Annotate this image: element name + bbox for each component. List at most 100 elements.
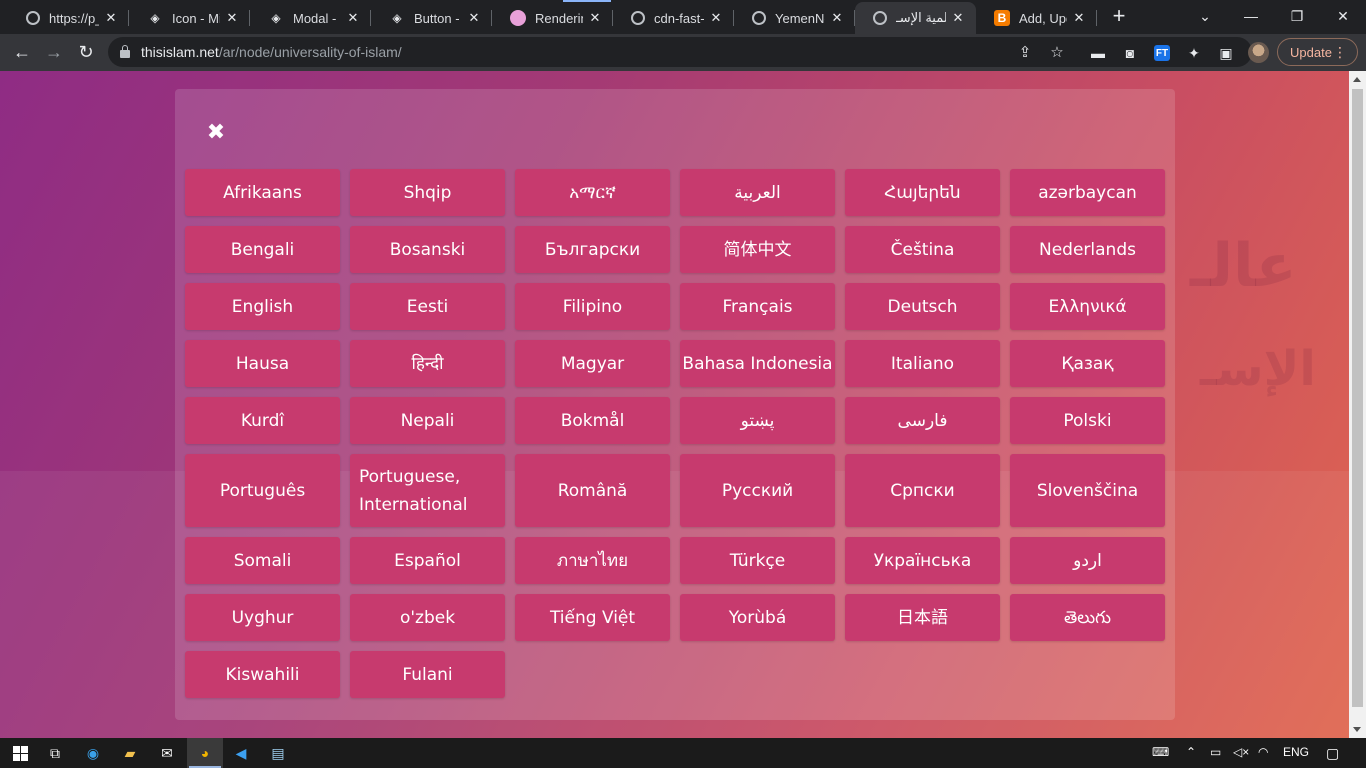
vscode-icon[interactable]: ◀ [231,743,251,763]
language-button[interactable]: Yorùbá [680,594,835,641]
back-arrow-icon[interactable]: ← [8,38,36,66]
close-tab-icon[interactable]: ✕ [1071,10,1087,26]
restore-icon[interactable]: ❐ [1274,0,1320,32]
tray-chevron-icon[interactable]: ⌃ [1186,745,1196,759]
language-button[interactable]: Bokmål [515,397,670,444]
more-menu-icon[interactable]: ⋮ [1333,44,1347,60]
tab-9[interactable]: B Add, Upda ✕ [976,2,1097,34]
close-tab-icon[interactable]: ✕ [103,10,119,26]
language-button[interactable]: o'zbek [350,594,505,641]
language-button[interactable]: Bosanski [350,226,505,273]
wifi-icon[interactable]: ◠ [1258,745,1268,759]
notepad-icon[interactable]: ▤ [268,743,288,763]
close-tab-icon[interactable]: ✕ [466,10,482,26]
keyboard-icon[interactable]: ⌨ [1152,745,1169,759]
input-language[interactable]: ENG [1283,745,1309,759]
close-tab-icon[interactable]: ✕ [950,10,966,26]
language-button[interactable]: اردو [1010,537,1165,584]
volume-icon[interactable]: ◁× [1233,745,1249,759]
tab-1[interactable]: https://p_t ✕ [8,2,129,34]
scroll-down-arrow-icon[interactable] [1353,727,1361,732]
page-scrollbar[interactable] [1349,71,1366,738]
ft-extension-icon[interactable]: FT [1154,45,1170,61]
language-button[interactable]: Српски [845,454,1000,527]
language-button[interactable]: English [185,283,340,330]
language-button[interactable]: አማርኛ [515,169,670,216]
tab-3[interactable]: ◈ Modal - M ✕ [250,2,371,34]
close-window-icon[interactable]: ✕ [1320,0,1366,32]
language-button[interactable]: Ελληνικά [1010,283,1165,330]
chrome-icon[interactable]: ◕ [189,743,221,768]
language-button[interactable]: Türkçe [680,537,835,584]
camera-icon[interactable]: ◙ [1120,43,1140,63]
language-button[interactable]: 日本語 [845,594,1000,641]
language-button[interactable]: Eesti [350,283,505,330]
side-panel-icon[interactable]: ▣ [1216,43,1236,63]
language-button[interactable]: Čeština [845,226,1000,273]
language-button[interactable]: Français [680,283,835,330]
extension-car-icon[interactable]: ▬ [1088,43,1108,63]
tab-5[interactable]: Rendering ✕ [492,2,613,34]
language-button[interactable]: Magyar [515,340,670,387]
language-button[interactable]: Қазақ [1010,340,1165,387]
file-explorer-icon[interactable]: ▰ [120,743,140,763]
forward-arrow-icon[interactable]: → [40,38,68,66]
language-button[interactable]: Հայերեն [845,169,1000,216]
language-button[interactable]: azərbaycan [1010,169,1165,216]
address-bar[interactable]: thisislam.net/ar/node/universality-of-is… [108,37,1252,67]
close-tab-icon[interactable]: ✕ [345,10,361,26]
language-button[interactable]: Tiếng Việt [515,594,670,641]
language-button[interactable]: Uyghur [185,594,340,641]
close-modal-button[interactable]: ✖ [205,121,227,143]
language-button[interactable]: Fulani [350,651,505,698]
language-button[interactable]: Kurdî [185,397,340,444]
close-tab-icon[interactable]: ✕ [224,10,240,26]
language-button[interactable]: Filipino [515,283,670,330]
language-button[interactable]: Polski [1010,397,1165,444]
scrollbar-thumb[interactable] [1352,89,1363,707]
windows-start-icon[interactable] [10,743,30,763]
language-button[interactable]: Afrikaans [185,169,340,216]
language-button[interactable]: Italiano [845,340,1000,387]
language-button[interactable]: తెలుగు [1010,594,1165,641]
language-button[interactable]: Português [185,454,340,527]
language-button[interactable]: Kiswahili [185,651,340,698]
language-button[interactable]: Русский [680,454,835,527]
language-button[interactable]: Български [515,226,670,273]
close-tab-icon[interactable]: ✕ [708,10,724,26]
tab-8-active[interactable]: عالمية الإسـ ✕ [855,2,976,34]
language-button[interactable]: Deutsch [845,283,1000,330]
language-button[interactable]: Slovenščina [1010,454,1165,527]
language-button[interactable]: Español [350,537,505,584]
tab-4[interactable]: ◈ Button - M ✕ [371,2,492,34]
language-button[interactable]: Portuguese, International [350,454,505,527]
puzzle-extensions-icon[interactable]: ✦ [1184,43,1204,63]
task-view-icon[interactable]: ⧉ [45,743,65,763]
language-button[interactable]: ภาษาไทย [515,537,670,584]
language-button[interactable]: Nederlands [1010,226,1165,273]
tab-2[interactable]: ◈ Icon - Midi ✕ [129,2,250,34]
mail-icon[interactable]: ✉ [157,743,177,763]
language-button[interactable]: 简体中文 [680,226,835,273]
edge-icon[interactable]: ◉ [83,743,103,763]
language-button[interactable]: Somali [185,537,340,584]
language-button[interactable]: العربية [680,169,835,216]
language-button[interactable]: Română [515,454,670,527]
tab-6[interactable]: cdn-fast-m ✕ [613,2,734,34]
language-button[interactable]: پښتو [680,397,835,444]
language-button[interactable]: Bengali [185,226,340,273]
bookmark-star-icon[interactable]: ☆ [1048,43,1066,61]
language-button[interactable]: فارسی [845,397,1000,444]
language-button[interactable]: हिन्दी [350,340,505,387]
battery-icon[interactable]: ▭ [1210,745,1221,759]
notifications-icon[interactable]: ▢ [1326,745,1339,762]
scroll-up-arrow-icon[interactable] [1353,77,1361,82]
language-button[interactable]: Nepali [350,397,505,444]
language-button[interactable]: Shqip [350,169,505,216]
reload-icon[interactable]: ↻ [72,38,100,66]
language-button[interactable]: Hausa [185,340,340,387]
new-tab-button[interactable]: + [1108,5,1130,28]
update-button[interactable]: Update ⋮ [1277,38,1358,66]
language-button[interactable]: Українська [845,537,1000,584]
close-tab-icon[interactable]: ✕ [829,10,845,26]
